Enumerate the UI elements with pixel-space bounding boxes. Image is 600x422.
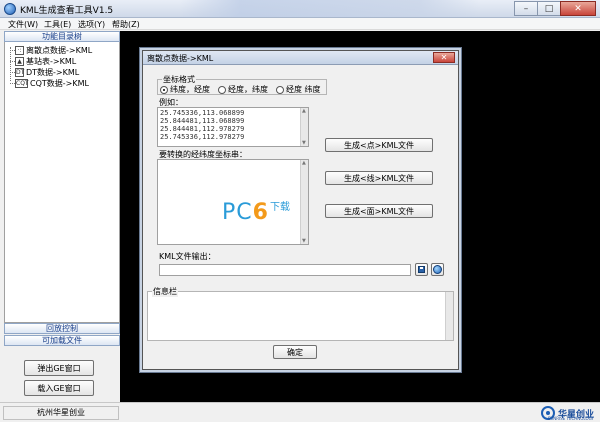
open-in-earth-button[interactable] (431, 263, 444, 276)
info-label: 信息栏 (152, 286, 178, 297)
tree-item-base-station[interactable]: ▲ 基站表->KML (15, 56, 76, 67)
tree-item-label: 基站表->KML (26, 57, 77, 66)
minimize-button[interactable]: – (514, 1, 538, 16)
window-title: KML生成查看工具V1.5 (20, 6, 114, 16)
maximize-button[interactable]: □ (537, 1, 561, 16)
radio-label: 经度，纬度 (228, 85, 268, 94)
radio-lng-space-lat[interactable]: 经度 纬度 (276, 84, 321, 95)
kml-output-label: KML文件输出： (159, 252, 216, 261)
title-bar: KML生成查看工具V1.5 – □ ✕ (0, 0, 600, 18)
menu-options[interactable]: 选项(Y) (78, 19, 105, 30)
cqt-icon: CQT (15, 79, 29, 88)
blurred-taskbar-tabs (180, 0, 480, 17)
load-ge-window-button[interactable]: 载入GE窗口 (24, 380, 94, 396)
window-controls: – □ ✕ (514, 1, 596, 16)
kml-output-field[interactable] (159, 264, 411, 276)
info-panel: 信息栏 (147, 286, 454, 341)
app-globe-icon (4, 3, 16, 15)
radio-label: 经度 纬度 (286, 85, 321, 94)
radio-unchecked-icon (276, 85, 284, 94)
popup-ge-window-button[interactable]: 弹出GE窗口 (24, 360, 94, 376)
pc6-watermark: PC6 下载 (222, 200, 290, 225)
dialog-close-button[interactable]: ✕ (433, 52, 455, 63)
generate-line-kml-button[interactable]: 生成<线>KML文件 (325, 171, 433, 185)
tree-item-cqt-data[interactable]: CQT CQT数据->KML (15, 78, 89, 89)
brand-logo: 华星创业 SUNRISE TECHNOLOGY (540, 405, 594, 421)
example-line: 25.844481,113.068899 (160, 117, 245, 125)
info-scrollbar[interactable] (445, 292, 453, 340)
tree-item-label: DT数据->KML (26, 68, 80, 77)
tree-item-label: 离散点数据->KML (26, 46, 93, 55)
tree-item-dt-data[interactable]: DT DT数据->KML (15, 67, 79, 78)
example-line: 25.745336,112.978279 (160, 133, 245, 141)
playback-control-header[interactable]: 回放控制 (4, 323, 120, 334)
menu-bar: 文件(W) 工具(E) 选项(Y) 帮助(Z) (0, 18, 600, 30)
function-tree: ·: 离散点数据->KML ▲ 基站表->KML DT DT数据->KML CQ… (4, 42, 120, 323)
save-icon (418, 266, 425, 273)
dt-icon: DT (15, 68, 25, 77)
watermark-sub: 下载 (270, 202, 290, 213)
tree-item-label: CQT数据->KML (30, 79, 89, 88)
scrollbar[interactable] (300, 108, 308, 146)
ok-button[interactable]: 确定 (273, 345, 317, 359)
tower-icon: ▲ (15, 57, 24, 66)
globe-icon (433, 265, 442, 274)
kml-dialog: 离散点数据->KML ✕ 坐标格式 纬度，经度 经度，纬度 经度 纬度 例如： … (142, 50, 459, 370)
watermark-pc: PC (222, 200, 253, 225)
menu-help[interactable]: 帮助(Z) (112, 19, 140, 30)
left-panel: 功能目录树 ·: 离散点数据->KML ▲ 基站表->KML DT DT数据->… (4, 31, 120, 401)
example-textbox: 25.745336,113.068899 25.844481,113.06889… (157, 107, 309, 147)
example-line: 25.844481,112.978279 (160, 125, 245, 133)
generate-point-kml-button[interactable]: 生成<点>KML文件 (325, 138, 433, 152)
dialog-title-bar: 离散点数据->KML ✕ (143, 51, 458, 65)
status-bar: 杭州华星创业 华星创业 SUNRISE TECHNOLOGY (0, 402, 600, 422)
watermark-six: 6 (252, 200, 268, 225)
loadable-files-header[interactable]: 可加载文件 (4, 335, 120, 346)
example-line: 25.745336,113.068899 (160, 109, 245, 117)
tree-item-discrete-points[interactable]: ·: 离散点数据->KML (15, 45, 92, 56)
save-kml-button[interactable] (415, 263, 428, 276)
close-button[interactable]: ✕ (560, 1, 596, 16)
generate-polygon-kml-button[interactable]: 生成<面>KML文件 (325, 204, 433, 218)
radio-unchecked-icon (218, 85, 226, 94)
dialog-title: 离散点数据->KML (147, 54, 214, 63)
radio-lat-lng[interactable]: 纬度，经度 (160, 84, 210, 95)
radio-lng-lat[interactable]: 经度，纬度 (218, 84, 268, 95)
menu-tools[interactable]: 工具(E) (44, 19, 71, 30)
company-label: 杭州华星创业 (3, 406, 119, 420)
menu-file[interactable]: 文件(W) (8, 19, 38, 30)
scatter-points-icon: ·: (15, 46, 24, 55)
function-tree-header: 功能目录树 (4, 31, 120, 42)
radio-label: 纬度，经度 (170, 85, 210, 94)
radio-checked-icon (160, 85, 168, 94)
brand-subtitle: SUNRISE TECHNOLOGY (547, 416, 594, 421)
coord-format-group: 坐标格式 纬度，经度 经度，纬度 经度 纬度 (157, 74, 327, 95)
scrollbar[interactable] (300, 160, 308, 244)
